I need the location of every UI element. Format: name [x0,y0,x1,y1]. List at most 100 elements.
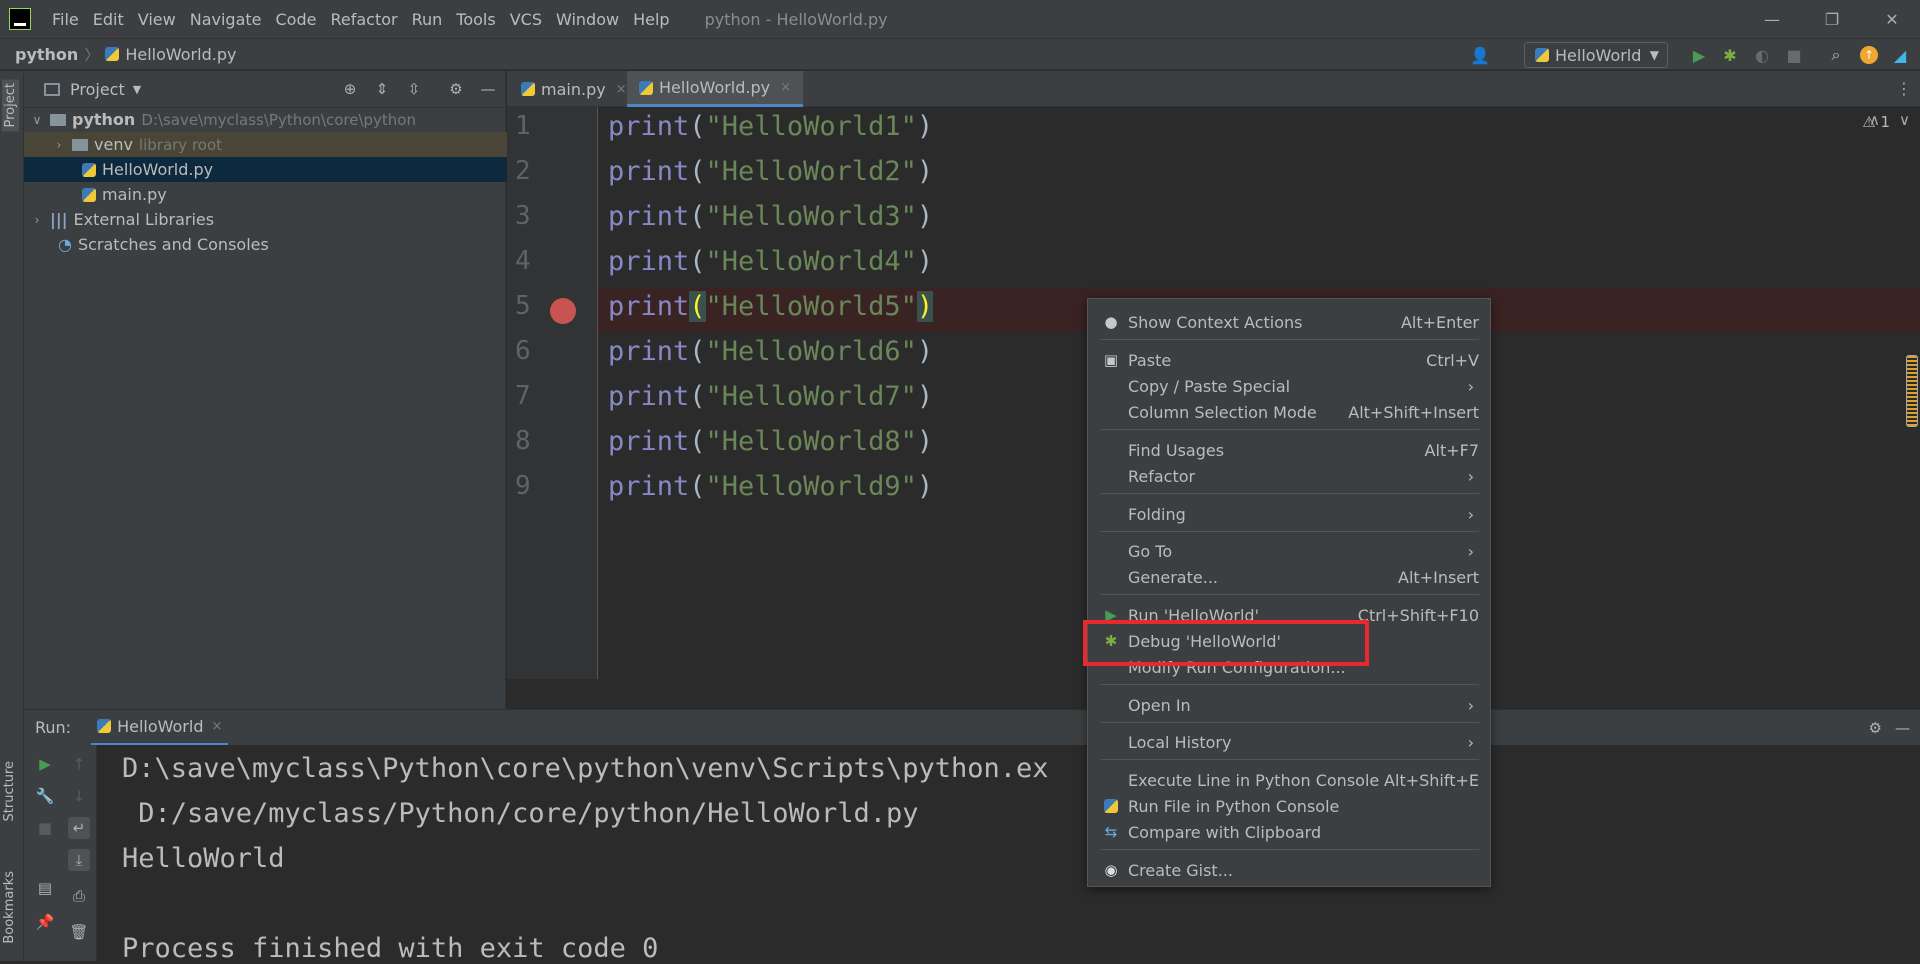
bookmarks-tool-tab[interactable]: Bookmarks [2,871,17,944]
chevron-right-icon[interactable]: › [30,213,44,227]
menu-tools[interactable]: Tools [449,10,502,29]
layout-icon[interactable]: ▤ [34,877,56,899]
minimize-button[interactable]: — [1742,0,1802,38]
breadcrumb-project[interactable]: python [15,45,78,64]
project-view-icon [44,82,60,96]
menu-execute-line-python-console[interactable]: Execute Line in Python Console Alt+Shift… [1088,767,1492,793]
scroll-to-end-icon[interactable]: ⤓ [68,849,90,871]
menu-help[interactable]: Help [626,10,676,29]
close-tab-icon[interactable]: × [780,80,791,95]
menu-show-context-actions[interactable]: ● Show Context Actions Alt+Enter [1088,309,1492,335]
soft-wrap-icon[interactable]: ↵ [68,817,90,839]
code-line[interactable]: print("HelloWorld7") [608,381,933,412]
menu-folding[interactable]: Folding › [1088,501,1492,527]
gear-icon[interactable]: ⚙ [446,79,466,99]
project-panel-title[interactable]: Project [70,80,125,99]
code-line[interactable]: print("HelloWorld1") [608,111,933,142]
tree-item-external-libraries[interactable]: › ||| External Libraries [24,207,512,232]
print-icon[interactable]: ⎙ [68,885,90,907]
menu-edit[interactable]: Edit [86,10,131,29]
menu-column-selection-mode[interactable]: Column Selection Mode Alt+Shift+Insert [1088,399,1492,425]
menu-paste[interactable]: ▣ Paste Ctrl+V [1088,347,1492,373]
menu-find-usages[interactable]: Find Usages Alt+F7 [1088,437,1492,463]
menu-file[interactable]: File [45,10,86,29]
menu-run-file-python-console[interactable]: Run File in Python Console [1088,793,1492,819]
structure-tool-tab[interactable]: Structure [2,761,17,821]
tree-item-helloworld[interactable]: HelloWorld.py [24,157,564,182]
close-tab-icon[interactable]: × [211,719,222,734]
menu-view[interactable]: View [131,10,183,29]
breadcrumb-file[interactable]: HelloWorld.py [125,45,236,64]
tree-item-venv[interactable]: › venv library root [24,132,534,157]
chevron-down-icon[interactable]: ▼ [133,83,141,96]
pin-icon[interactable]: 📌 [34,911,56,933]
code-line[interactable]: print("HelloWorld4") [608,246,933,277]
run-configuration-select[interactable]: HelloWorld ▼ [1524,42,1668,68]
close-tab-icon[interactable]: × [616,82,627,97]
stop-icon[interactable]: ■ [34,817,56,839]
clipboard-icon: ▣ [1103,351,1119,369]
menu-refactor[interactable]: Refactor › [1088,463,1492,489]
hide-panel-icon[interactable]: — [478,79,498,99]
collapse-all-icon[interactable]: ⇳ [404,79,424,99]
scrollbar-thumb[interactable] [1906,355,1918,427]
menu-compare-with-clipboard[interactable]: ⇆ Compare with Clipboard [1088,819,1492,845]
run-icon[interactable]: ▶ [1689,45,1709,65]
menu-local-history[interactable]: Local History › [1088,729,1492,755]
breakpoint-icon[interactable] [550,298,576,324]
locate-file-icon[interactable]: ⊕ [340,79,360,99]
run-tab-helloworld[interactable]: HelloWorld × [91,710,229,746]
tree-item-scratches[interactable]: ◔ Scratches and Consoles [24,232,540,257]
chevron-right-icon[interactable]: › [52,138,66,152]
menu-generate[interactable]: Generate... Alt+Insert [1088,564,1492,590]
menu-navigate[interactable]: Navigate [183,10,269,29]
hide-panel-icon[interactable]: — [1895,719,1910,737]
coverage-icon[interactable]: ◐ [1752,45,1772,65]
code-line[interactable]: print("HelloWorld5") [608,291,934,322]
tab-main-py[interactable]: main.py × [521,71,627,107]
code-line[interactable]: print("HelloWorld3") [608,201,933,232]
menu-open-in[interactable]: Open In › [1088,692,1492,718]
tree-item-label: python [72,110,136,129]
menu-go-to[interactable]: Go To › [1088,538,1492,564]
restore-button[interactable]: ❐ [1802,0,1862,38]
gear-icon[interactable]: ⚙ [1869,719,1882,737]
line-number: 5 [515,291,531,321]
menu-code[interactable]: Code [269,10,324,29]
trash-icon[interactable]: 🗑 [68,921,90,943]
down-arrow-icon[interactable]: ↓ [68,785,90,807]
code-line[interactable]: print("HelloWorld6") [608,336,933,367]
user-icon[interactable]: 👤 [1470,45,1490,65]
code-line[interactable]: print("HelloWorld8") [608,426,933,457]
wrench-icon[interactable]: 🔧 [34,785,56,807]
debug-icon[interactable]: ✱ [1720,45,1740,65]
code-line[interactable]: print("HelloWorld2") [608,156,933,187]
chevron-up-icon[interactable]: ∧ [1869,111,1880,129]
code-line[interactable]: print("HelloWorld9") [608,471,933,502]
update-icon[interactable]: ↑ [1859,45,1879,65]
line-number: 1 [515,111,531,141]
menu-window[interactable]: Window [549,10,626,29]
expand-all-icon[interactable]: ⇕ [372,79,392,99]
menu-create-gist[interactable]: ◉ Create Gist... [1088,857,1492,883]
chevron-down-icon[interactable]: ∨ [30,113,44,127]
search-icon[interactable]: ⌕ [1826,45,1846,65]
more-tabs-icon[interactable]: ⋮ [1896,79,1912,98]
menu-copy-paste-special[interactable]: Copy / Paste Special › [1088,373,1492,399]
menu-vcs[interactable]: VCS [503,10,549,29]
tab-helloworld-py[interactable]: HelloWorld.py × [627,71,804,107]
menu-refactor[interactable]: Refactor [323,10,404,29]
run-console[interactable]: ▶ ↑ 🔧 ↓ ■ ↵ ⤓ ▤ ⎙ 📌 🗑 D:\save\myclass\Py… [24,745,1920,964]
stop-icon[interactable]: ■ [1784,45,1804,65]
menu-run[interactable]: Run [405,10,450,29]
project-tool-tab[interactable]: Project [2,79,19,132]
close-window-button[interactable]: ✕ [1862,0,1920,38]
tree-item-path: D:\save\myclass\Python\core\python [141,110,416,129]
up-arrow-icon[interactable]: ↑ [68,753,90,775]
chevron-down-icon[interactable]: ∨ [1899,111,1910,129]
rerun-icon[interactable]: ▶ [34,753,56,775]
jetbrains-toolbox-icon[interactable]: ◢ [1890,45,1910,65]
tree-item-main[interactable]: main.py [24,182,564,207]
tree-item-python[interactable]: ∨ python D:\save\myclass\Python\core\pyt… [24,107,512,132]
submenu-arrow-icon: › [1467,541,1474,561]
